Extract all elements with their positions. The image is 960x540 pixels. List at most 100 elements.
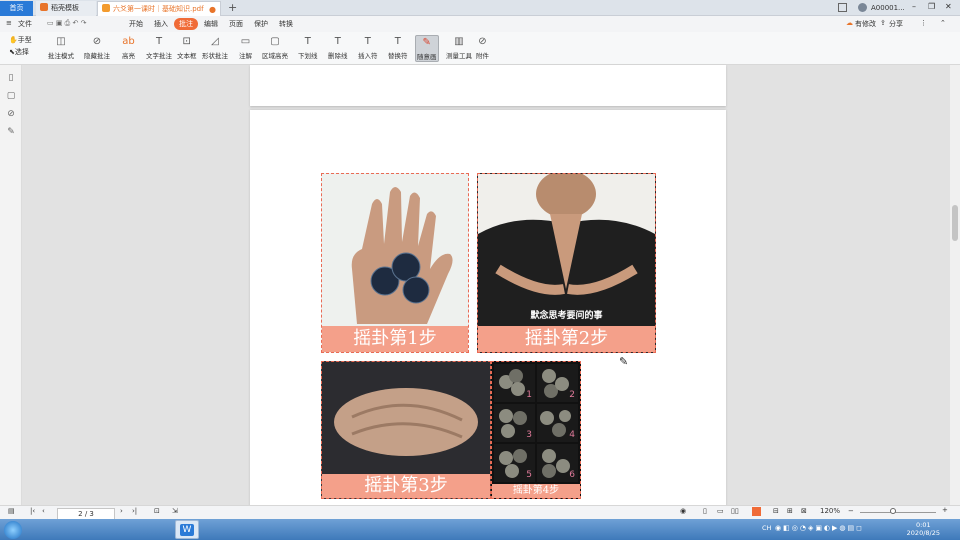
scrollbar-thumb[interactable] [952,205,958,241]
annotation-mode-icon: ◫ [56,36,66,47]
quick-access-icons[interactable]: ▭ ▣ ⎙ ↶ ↷ [47,19,86,28]
modified-status[interactable]: 有修改 [855,19,876,29]
grid-number: 6 [569,470,575,480]
grid-cell: 4 [537,404,578,442]
paperclip-icon: ⊘ [478,36,487,47]
continuous-view-icon[interactable]: ▭ [717,507,724,515]
prev-page-button[interactable]: ‹ [42,507,45,515]
share-button[interactable]: 分享 [889,19,903,29]
more-icon[interactable]: ⋮ [920,19,927,27]
new-tab-button[interactable]: + [228,1,237,14]
fit-page-icon[interactable]: ⊟ [773,507,779,515]
image-panel-4: 1 2 3 4 5 6 摇卦第4步 [491,361,581,499]
overlay-text-step-2: 默念思考要问的事 [530,311,603,321]
select-tool[interactable]: ⬉选择 [9,47,29,57]
attachment-panel-icon[interactable]: ⊘ [6,109,16,119]
thumbnail-icon[interactable]: ▢ [6,91,16,101]
page-current: 摇卦第1步 默念思考要问的事 摇卦第2步 摇卦第3步 1 2 3 4 5 6 摇… [250,110,726,510]
clock-time: 0:01 [916,521,931,529]
ruler-icon: ▥ [454,36,464,47]
pen-cursor-icon: ✎ [619,355,629,368]
grid-number: 4 [569,430,575,440]
menu-convert[interactable]: 转换 [279,19,293,29]
grid-number: 2 [569,390,575,400]
tab-home-label: 首页 [9,4,24,12]
attachment-button[interactable]: ⊘ 附件 [476,35,489,60]
grid-cell: 2 [537,364,578,402]
start-button[interactable] [4,521,22,539]
book-view-icon[interactable]: ▯▯ [731,507,739,515]
vertical-scrollbar[interactable] [950,65,960,505]
tray-icons[interactable]: ◉◧◎◔◈▣◐▶◍▤◻ [775,524,864,532]
export-icon[interactable]: ⇲ [172,507,178,515]
tool-label: 下划线 [298,52,318,60]
next-page-button[interactable]: › [120,507,123,515]
fit-width-icon[interactable]: ⊞ [787,507,793,515]
menu-file[interactable]: 文件 [18,19,32,29]
user-name[interactable]: A00001... [871,4,905,12]
shape-annotation-button[interactable]: ◿ 形状批注 [202,35,228,60]
image-panel-3: 摇卦第3步 [321,361,491,499]
zoom-in-button[interactable]: + [942,506,948,514]
tool-label: 文本框 [177,52,197,60]
sidebar-toggle-icon[interactable] [838,3,847,12]
grid-cell: 3 [494,404,535,442]
hand-icon: ✋ [9,36,18,44]
tool-label: 随意画 [417,53,437,61]
insert-mark-button[interactable]: T 插入符 [358,35,378,60]
zoom-slider[interactable] [860,512,936,513]
grid-number: 1 [526,390,532,400]
clock[interactable]: 0:01 2020/8/25 [907,521,940,537]
area-highlight-button[interactable]: ▢ 区域高亮 [262,35,288,60]
hamburger-icon[interactable]: ≡ [6,19,12,27]
text-box-button[interactable]: ⊡ 文本框 [177,35,197,60]
eye-protect-icon[interactable]: ◉ [680,507,686,515]
text-comment-button[interactable]: T 文字批注 [146,35,172,60]
tool-label: 高亮 [122,52,135,60]
maximize-button[interactable]: ❐ [928,2,935,11]
menu-insert[interactable]: 插入 [154,19,168,29]
avatar[interactable] [858,3,867,12]
hand-tool[interactable]: ✋手型 [9,35,32,45]
zoom-level[interactable]: 120% [820,507,840,515]
wps-taskbar-button[interactable]: W [175,520,199,539]
actual-size-icon[interactable]: ⊠ [801,507,807,515]
last-page-button[interactable]: ›| [132,507,137,515]
measure-tool-button[interactable]: ▥ 测量工具 [446,35,472,60]
minimize-button[interactable]: – [912,2,916,11]
strikethrough-button[interactable]: T 删除线 [328,35,348,60]
grid-cell: 6 [537,444,578,482]
strikethrough-icon: T [334,36,341,47]
annotation-panel-icon[interactable]: ✎ [6,127,16,137]
underline-button[interactable]: T 下划线 [298,35,318,60]
zoom-out-button[interactable]: − [848,507,854,515]
tab-document[interactable]: 六爻第一课时｜基础知识.pdf ● [97,1,221,16]
note-button[interactable]: ▭ 注解 [239,35,252,60]
menu-edit[interactable]: 编辑 [204,19,218,29]
replace-mark-button[interactable]: T 替换符 [388,35,408,60]
input-language[interactable]: CH [762,524,771,532]
tool-label: 注解 [239,52,252,60]
annotation-mode-button[interactable]: ◫ 批注模式 [48,35,74,60]
collapse-icon[interactable]: ⌃ [940,19,946,27]
menu-start[interactable]: 开始 [129,19,143,29]
single-page-view-icon[interactable]: ▯ [703,507,707,515]
play-button[interactable] [752,507,761,516]
bookmark-icon[interactable]: ▯ [6,73,16,83]
tab-home[interactable]: 首页 [0,1,33,16]
freehand-draw-button[interactable]: ✎ 随意画 [415,35,439,62]
close-tab-icon[interactable]: ● [209,2,216,17]
tab-template[interactable]: 稻壳模板 [36,1,96,16]
first-page-button[interactable]: |‹ [30,507,35,515]
sidebar-toggle-button[interactable]: ▤ [8,507,15,515]
menu-protect[interactable]: 保护 [254,19,268,29]
hide-annotations-button[interactable]: ⊘ 隐藏批注 [84,35,110,60]
grid-number: 3 [526,430,532,440]
menu-annotate[interactable]: 批注 [174,18,198,30]
zoom-slider-handle[interactable] [890,508,896,514]
highlight-button[interactable]: ab 高亮 [122,35,135,60]
close-window-button[interactable]: ✕ [945,2,952,11]
menu-page[interactable]: 页面 [229,19,243,29]
pen-icon: ✎ [422,37,431,48]
rotate-icon[interactable]: ⊡ [154,507,160,515]
